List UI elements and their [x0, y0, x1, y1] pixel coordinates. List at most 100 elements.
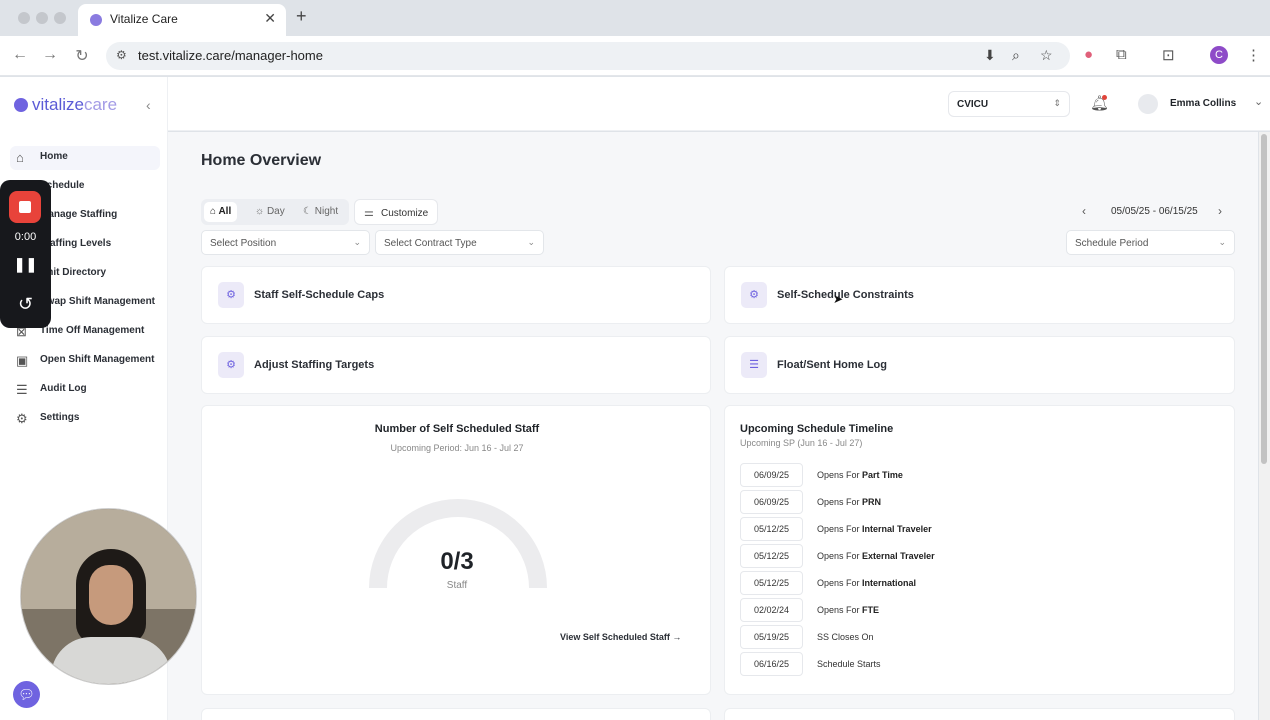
next-period-icon[interactable]: › — [1218, 204, 1222, 218]
timeline-row: 05/19/25 SS Closes On — [740, 625, 1220, 649]
sidebar-item-audit-log[interactable]: ☰ Audit Log — [10, 378, 160, 402]
sidebar-item-label: Audit Log — [40, 383, 87, 394]
card-adjust-staffing-targets[interactable]: ⚙ Adjust Staffing Targets — [201, 336, 711, 394]
timeline-date: 05/19/25 — [740, 625, 803, 649]
browser-tab[interactable]: Vitalize Care ✕ — [78, 4, 286, 36]
timeline-event: Opens For Part Time — [817, 470, 903, 480]
filter-night-label: Night — [314, 206, 339, 217]
card-staff-self-schedule-caps[interactable]: ⚙ Staff Self-Schedule Caps — [201, 266, 711, 324]
tab-title: Vitalize Care — [110, 12, 178, 26]
timeline-row: 05/12/25 Opens For External Traveler — [740, 544, 1220, 568]
user-name[interactable]: Emma Collins — [1170, 98, 1236, 109]
position-select[interactable]: Select Position ⌄ — [201, 230, 370, 255]
prev-period-icon[interactable]: ‹ — [1082, 204, 1086, 218]
window-minimize-button[interactable] — [36, 12, 48, 24]
address-bar[interactable]: ⚙ test.vitalize.care/manager-home ⬇ ⌕ ☆ — [106, 42, 1070, 70]
customize-button[interactable]: ⚌ Customize — [354, 199, 438, 225]
extensions-puzzle-icon[interactable]: ⧉ — [1116, 46, 1127, 63]
window-zoom-button[interactable] — [54, 12, 66, 24]
card-label: Adjust Staffing Targets — [254, 359, 375, 371]
chat-support-button[interactable]: 💬︎ — [13, 681, 40, 708]
reload-icon[interactable]: ↻ — [72, 46, 92, 66]
contract-type-select[interactable]: Select Contract Type ⌄ — [375, 230, 544, 255]
filter-day-button[interactable]: ☼ Day — [249, 202, 291, 222]
next-card-left — [201, 708, 711, 720]
event-prefix: Opens For — [817, 470, 860, 480]
close-tab-icon[interactable]: ✕ — [264, 10, 276, 27]
scrollbar-thumb[interactable] — [1261, 134, 1267, 464]
customize-label: Customize — [381, 208, 429, 219]
install-app-icon[interactable]: ⬇ — [984, 47, 996, 64]
brand-logo[interactable]: vitalizecare — [14, 95, 117, 115]
page-title: Home Overview — [201, 152, 322, 169]
filter-night-button[interactable]: ☾ Night — [297, 202, 344, 222]
sidebar-item-open-shift[interactable]: ▣ Open Shift Management — [10, 349, 160, 373]
url-text[interactable]: test.vitalize.care/manager-home — [138, 48, 323, 63]
gauge-value: 0/3 — [440, 548, 474, 575]
next-card-right — [724, 708, 1235, 720]
chevron-down-icon[interactable]: ⌄ — [1254, 95, 1263, 108]
webcam-person-body — [51, 637, 171, 684]
filter-day-label: Day — [266, 206, 285, 217]
timeline-subtitle: Upcoming SP (Jun 16 - Jul 27) — [740, 438, 863, 448]
timeline-title: Upcoming Schedule Timeline — [740, 423, 894, 435]
chevron-updown-icon: ⇕ — [1053, 98, 1061, 108]
card-label: Self-Schedule Constraints — [777, 289, 914, 301]
gauge-unit: Staff — [446, 580, 468, 591]
event-target: International — [862, 578, 917, 588]
sidebar-item-label: Settings — [40, 412, 80, 423]
event-prefix: Opens For — [817, 497, 860, 507]
restart-icon[interactable]: ↺ — [0, 294, 51, 315]
sidebar-item-settings[interactable]: ⚙ Settings — [10, 407, 160, 431]
tab-search-icon[interactable]: ⊡ — [1162, 46, 1175, 64]
timeline-date: 02/02/24 — [740, 598, 803, 622]
new-tab-button[interactable]: + — [296, 6, 307, 27]
timeline-row: 06/09/25 Opens For PRN — [740, 490, 1220, 514]
zoom-icon[interactable]: ⌕ — [1012, 47, 1020, 64]
timeline-event: SS Closes On — [817, 632, 874, 642]
card-self-schedule-constraints[interactable]: ⚙ Self-Schedule Constraints — [724, 266, 1235, 324]
gear-icon: ⚙ — [218, 282, 244, 308]
bookmark-star-icon[interactable]: ☆ — [1040, 47, 1053, 64]
mouse-cursor-icon: ➤ — [833, 292, 844, 306]
profile-avatar[interactable]: C — [1210, 46, 1228, 64]
chevron-down-icon: ⌄ — [353, 237, 361, 247]
window-close-button[interactable] — [18, 12, 30, 24]
site-settings-icon[interactable]: ⚙ — [116, 48, 127, 62]
unit-select[interactable]: CVICU ⇕ — [948, 91, 1070, 117]
forward-icon[interactable]: → — [40, 46, 60, 64]
timeline-row: 05/12/25 Opens For Internal Traveler — [740, 517, 1220, 541]
log-icon: ☰ — [741, 352, 767, 378]
gear-icon: ⚙ — [741, 282, 767, 308]
user-avatar[interactable] — [1138, 94, 1158, 114]
stop-recording-button[interactable] — [9, 191, 41, 223]
timeline-date: 06/09/25 — [740, 463, 803, 487]
filter-all-label: All — [218, 206, 232, 217]
event-target: FTE — [862, 605, 880, 615]
sidebar-item-home[interactable]: ⌂ Home — [10, 146, 160, 170]
view-self-scheduled-staff-link[interactable]: View Self Scheduled Staff → — [560, 632, 681, 642]
pause-icon[interactable]: ❚❚ — [0, 256, 51, 273]
sidebar-item-label: Manage Staffing — [40, 209, 118, 220]
timeline-event: Opens For FTE — [817, 605, 879, 615]
timeline-date: 06/16/25 — [740, 652, 803, 676]
card-subtitle: Upcoming Period: Jun 16 - Jul 27 — [390, 443, 524, 453]
card-float-sent-home-log[interactable]: ☰ Float/Sent Home Log — [724, 336, 1235, 394]
event-prefix: Schedule Starts — [817, 659, 881, 669]
webcam-bubble[interactable] — [20, 508, 197, 685]
filter-all-button[interactable]: ⌂ All — [204, 202, 238, 222]
card-label: Staff Self-Schedule Caps — [254, 289, 385, 301]
sidebar-item-label: Swap Shift Management — [40, 296, 156, 307]
schedule-period-select[interactable]: Schedule Period ⌄ — [1066, 230, 1235, 255]
recording-timer: 0:00 — [14, 231, 37, 243]
collapse-sidebar-icon[interactable]: ‹ — [146, 97, 151, 113]
sliders-icon: ⚌ — [364, 207, 374, 219]
browser-menu-icon[interactable]: ⋮ — [1246, 46, 1261, 64]
browser-toolbar: ← → ↻ ⚙ test.vitalize.care/manager-home … — [0, 36, 1270, 76]
sidebar-item-label: Home — [40, 151, 68, 162]
sidebar-item-label: Open Shift Management — [40, 354, 155, 365]
chevron-down-icon: ⌄ — [1218, 237, 1226, 247]
back-icon[interactable]: ← — [10, 46, 30, 64]
event-prefix: Opens For — [817, 605, 860, 615]
extension-icon[interactable]: ● — [1084, 46, 1093, 63]
